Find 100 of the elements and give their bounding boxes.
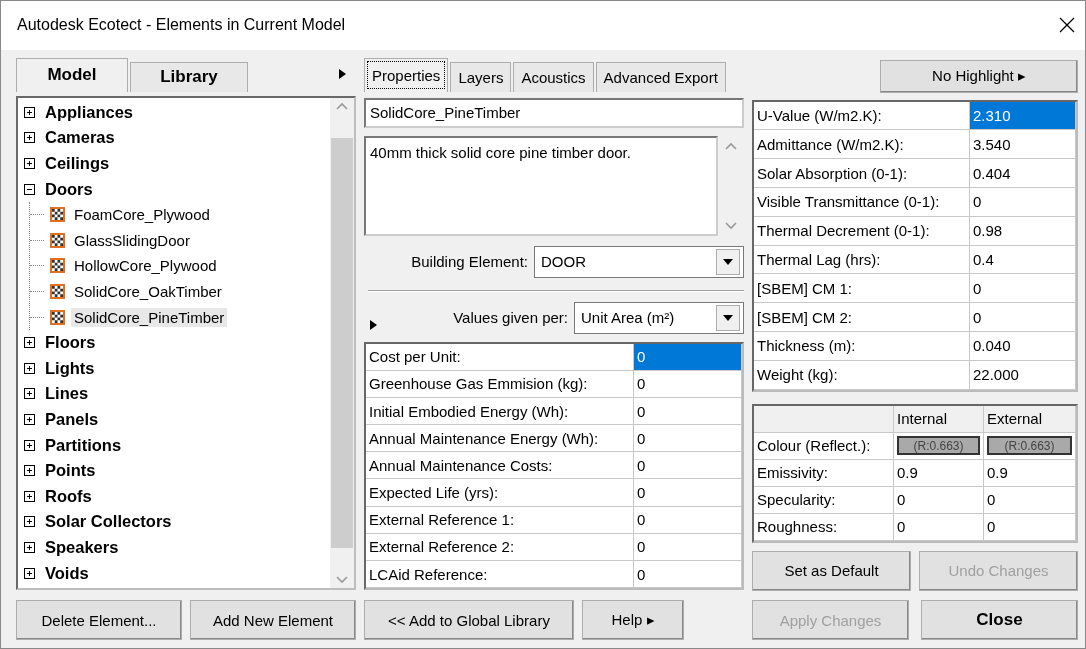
tree-category[interactable]: Appliances	[45, 102, 134, 122]
expand-icon[interactable]	[24, 567, 35, 579]
table-cell[interactable]: 0	[894, 486, 984, 514]
table-cell: LCAid Reference:	[366, 561, 634, 589]
table-cell[interactable]: 2.310	[970, 101, 1076, 131]
field-label: Building Element:	[411, 253, 528, 271]
column-header: Internal	[894, 405, 984, 433]
table-cell: U-Value (W/m2.K):	[754, 101, 970, 131]
column-header: External	[984, 405, 1076, 433]
tree-category[interactable]: Ceilings	[45, 154, 110, 174]
dialog-button[interactable]: << Add to Global Library	[364, 600, 574, 641]
tree-category[interactable]: Speakers	[45, 537, 119, 557]
table-cell: [SBEM] CM 1:	[754, 274, 970, 304]
table-cell: Emissivity:	[754, 459, 894, 487]
tree-category[interactable]: Lights	[45, 358, 95, 378]
expand-icon[interactable]	[24, 516, 35, 528]
table-cell[interactable]: 3.540	[970, 130, 1076, 160]
tree-category[interactable]: Lines	[45, 384, 89, 404]
tree-category[interactable]: Solar Collectors	[45, 512, 172, 532]
element-icon	[50, 232, 65, 248]
more-arrow-icon[interactable]	[339, 68, 346, 79]
tree-item[interactable]: SolidCore_OakTimber	[71, 282, 225, 301]
table-cell[interactable]: 0	[970, 303, 1076, 332]
tab[interactable]: Acoustics	[513, 61, 594, 92]
row-pointer-icon[interactable]	[370, 320, 377, 331]
description-field[interactable]: 40mm thick solid core pine timber door.	[364, 135, 718, 236]
table-cell: Thickness (m):	[754, 331, 970, 361]
tab[interactable]: Properties	[364, 57, 449, 92]
table-cell[interactable]: 0	[984, 513, 1076, 541]
tab[interactable]: Advanced Export	[595, 61, 726, 92]
table-cell: Specularity:	[754, 486, 894, 514]
table-cell[interactable]: 0	[634, 370, 742, 398]
tree-category[interactable]: Points	[45, 461, 96, 481]
table-cell[interactable]: 0	[634, 397, 742, 426]
values-per-dropdown[interactable]: Unit Area (m²)	[574, 301, 744, 334]
dropdown-icon[interactable]	[723, 256, 733, 267]
tree-item[interactable]: HollowCore_Plywood	[71, 256, 220, 276]
table-cell[interactable]: 0	[970, 187, 1076, 217]
tree-category[interactable]: Panels	[45, 409, 99, 429]
dialog-button[interactable]: Help ▸	[582, 600, 684, 641]
table-cell: Annual Maintenance Costs:	[366, 452, 634, 480]
colour-swatch[interactable]: (R:0.663)	[987, 436, 1072, 455]
table-cell[interactable]: 0.98	[970, 216, 1076, 246]
tree-category[interactable]: Cameras	[45, 128, 115, 148]
name-field[interactable]: SolidCore_PineTimber	[364, 97, 744, 128]
table-cell: [SBEM] CM 2:	[754, 303, 970, 332]
expand-icon[interactable]	[24, 413, 35, 425]
expand-icon[interactable]	[24, 158, 35, 170]
expand-icon[interactable]	[24, 362, 35, 374]
table-cell[interactable]: 0.404	[970, 159, 1076, 188]
table-cell: Expected Life (yrs):	[366, 479, 634, 507]
table-cell[interactable]: 0	[634, 343, 742, 371]
tree-item[interactable]: GlassSlidingDoor	[71, 230, 193, 250]
table-cell[interactable]: 0.4	[970, 245, 1076, 275]
tree-item[interactable]: FoamCore_Plywood	[71, 205, 213, 225]
table-cell[interactable]: 0	[634, 533, 742, 562]
tree-item[interactable]: SolidCore_PineTimber	[71, 307, 228, 327]
tree-category[interactable]: Partitions	[45, 435, 122, 455]
tree-category[interactable]: Doors	[45, 179, 93, 199]
table-cell[interactable]: 0	[634, 425, 742, 453]
table-cell[interactable]: 0	[970, 274, 1076, 304]
expand-icon[interactable]	[24, 465, 35, 477]
table-cell[interactable]: 0	[984, 486, 1076, 514]
dialog-button[interactable]: Close	[921, 600, 1078, 641]
expand-icon[interactable]	[24, 439, 35, 451]
tab[interactable]: Layers	[450, 61, 512, 92]
table-cell[interactable]: 0	[634, 452, 742, 480]
expand-icon[interactable]	[24, 388, 35, 400]
table-cell: Weight (kg):	[754, 360, 970, 390]
tree-category[interactable]: Floors	[45, 333, 96, 353]
close-icon[interactable]	[1059, 17, 1075, 34]
table-cell[interactable]: 0.9	[984, 459, 1076, 487]
table-cell[interactable]: 0	[634, 506, 742, 534]
expand-icon[interactable]	[24, 337, 35, 349]
colour-swatch[interactable]: (R:0.663)	[897, 436, 980, 455]
table-cell[interactable]: 0.9	[894, 459, 984, 487]
tab[interactable]: Model	[16, 57, 128, 92]
highlight-button[interactable]: No Highlight ▸	[880, 59, 1078, 93]
tab[interactable]: Library	[130, 61, 248, 92]
dialog-button[interactable]: Set as Default	[752, 550, 911, 591]
table-cell[interactable]: 0	[634, 561, 742, 589]
expand-icon[interactable]	[24, 132, 35, 144]
table-cell[interactable]: 22.000	[970, 360, 1076, 390]
element-icon	[50, 309, 65, 325]
dropdown-icon[interactable]	[723, 312, 733, 323]
table-cell[interactable]: 0.040	[970, 331, 1076, 361]
expand-icon[interactable]	[24, 541, 35, 553]
expand-icon[interactable]	[24, 490, 35, 502]
table-cell: Cost per Unit:	[366, 343, 634, 371]
table-cell: Thermal Decrement (0-1):	[754, 216, 970, 246]
table-cell[interactable]: 0	[634, 479, 742, 507]
table-cell: Greenhouse Gas Emmision (kg):	[366, 370, 634, 398]
collapse-icon[interactable]	[24, 183, 35, 195]
table-cell[interactable]: 0	[894, 513, 984, 541]
building-element-dropdown[interactable]: DOOR	[534, 245, 744, 278]
dialog-button[interactable]: Delete Element...	[16, 600, 182, 641]
dialog-button[interactable]: Add New Element	[190, 600, 356, 641]
expand-icon[interactable]	[24, 106, 35, 118]
tree-category[interactable]: Roofs	[45, 486, 92, 506]
tree-category[interactable]: Voids	[45, 563, 89, 583]
